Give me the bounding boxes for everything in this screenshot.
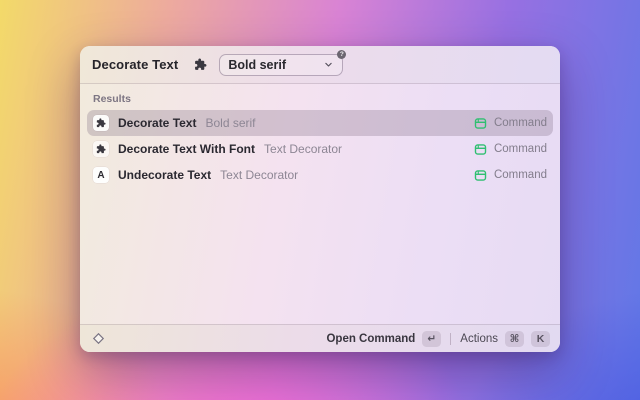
result-type-badge: Command [493, 117, 547, 129]
raycast-window: Decorate Text Bold serif ? Results Decor… [80, 46, 560, 352]
footer-divider [450, 332, 452, 345]
result-row-decorate-text[interactable]: Decorate Text Bold serif Command [87, 110, 553, 136]
result-subtitle: Text Decorator [264, 142, 343, 156]
puzzle-icon [93, 141, 109, 157]
result-row-undecorate-text[interactable]: A Undecorate Text Text Decorator Command [87, 162, 553, 188]
results-section: Results Decorate Text Bold serif Command [80, 84, 560, 188]
command-window-icon [474, 169, 487, 182]
result-row-decorate-text-with-font[interactable]: Decorate Text With Font Text Decorator C… [87, 136, 553, 162]
command-window-icon [474, 143, 487, 156]
result-subtitle: Bold serif [205, 116, 256, 130]
desktop-background: Decorate Text Bold serif ? Results Decor… [0, 0, 640, 400]
command-header: Decorate Text Bold serif ? [80, 46, 560, 84]
actions-menu-button[interactable]: Actions [460, 333, 498, 345]
result-type-badge: Command [493, 169, 547, 181]
result-title: Undecorate Text [118, 168, 212, 182]
cmd-key-badge: ⌘ [505, 330, 524, 347]
result-title: Decorate Text With Font [118, 142, 256, 156]
question-badge: ? [337, 49, 347, 59]
argument-dropdown-value: Bold serif [228, 57, 286, 72]
results-section-label: Results [93, 93, 131, 105]
action-bar: Open Command ↵ Actions ⌘ K [80, 324, 560, 352]
command-window-icon [474, 117, 487, 130]
result-type-badge: Command [493, 143, 547, 155]
result-title: Decorate Text [118, 116, 197, 130]
k-key-badge: K [531, 330, 550, 347]
chevron-down-icon [324, 60, 334, 70]
return-key-badge: ↵ [422, 330, 442, 347]
puzzle-icon [194, 58, 208, 72]
raycast-diamond-icon [92, 332, 105, 345]
result-subtitle: Text Decorator [220, 168, 299, 182]
puzzle-icon [93, 115, 109, 131]
letter-a-icon: A [93, 167, 109, 183]
open-command-action[interactable]: Open Command [326, 333, 415, 345]
argument-dropdown[interactable]: Bold serif ? [219, 49, 347, 76]
command-title: Decorate Text [92, 57, 179, 72]
